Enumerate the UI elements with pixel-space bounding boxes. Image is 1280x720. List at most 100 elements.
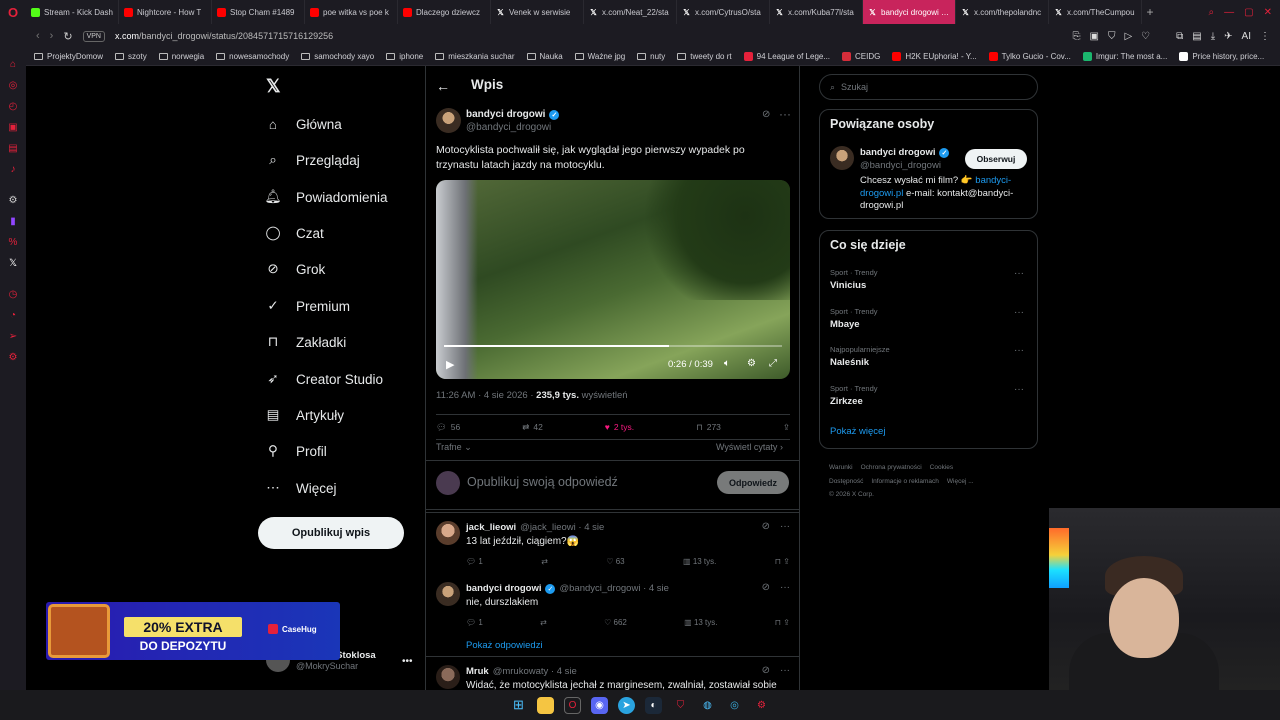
more-icon[interactable]: ••• <box>402 656 413 667</box>
repost-button[interactable]: ⇄ <box>541 557 548 566</box>
more-icon[interactable]: ··· <box>780 665 790 676</box>
steam-icon[interactable]: ◐ <box>645 696 662 714</box>
x-logo-icon[interactable]: 𝕏 <box>266 76 281 97</box>
reply-item[interactable]: Mruk @mrukowaty · 4 sie ⊘ ··· Widać, że moto… <box>426 656 800 691</box>
reload-icon[interactable]: ↻ <box>63 30 72 43</box>
video-progress[interactable] <box>444 345 782 347</box>
settings-icon[interactable]: ⚙ <box>747 358 756 369</box>
bookmark-item[interactable]: ProjektyDomow <box>34 52 103 61</box>
shield-icon[interactable]: ⛉ <box>1108 31 1116 42</box>
bookmark-icon[interactable]: ⊓ ⇪ <box>775 557 790 566</box>
like-button[interactable]: ♡ 662 <box>604 618 627 627</box>
wallet-sidebar-icon[interactable]: ▣ <box>0 117 26 138</box>
browser-tab[interactable]: 𝕏x.com/CytrusO/sta <box>677 0 770 24</box>
browser-tab[interactable]: 𝕏x.com/Neat_22/sta <box>584 0 677 24</box>
trend-item[interactable]: Sport · Trendy Zirkzee ··· <box>830 384 1030 407</box>
opera-logo-icon[interactable]: O <box>0 0 26 24</box>
bookmark-item[interactable]: Ważne jpg <box>574 52 625 61</box>
nav-item-more[interactable]: ⋯ Więcej <box>264 476 336 500</box>
repost-button[interactable]: ⇄ 42 <box>522 422 543 433</box>
twitch-icon[interactable]: ▮ <box>0 211 26 232</box>
volume-icon[interactable]: 🔈︎ <box>724 358 730 369</box>
like-button[interactable]: ♥ 2 tys. <box>605 422 634 432</box>
grok-icon[interactable]: ⊘ <box>762 521 770 532</box>
edge-icon[interactable]: ◎ <box>726 697 743 714</box>
bookmark-item[interactable]: tweety do rt <box>677 52 732 61</box>
browser-tab[interactable]: Stop Cham #1489 <box>212 0 305 24</box>
quotes-link[interactable]: Wyświetl cytaty › <box>716 442 783 452</box>
search-input[interactable]: ⌕ Szukaj <box>819 74 1038 100</box>
trend-item[interactable]: Sport · Trendy Vinicius ··· <box>830 268 1030 291</box>
footer-link[interactable]: © 2026 X Corp. <box>829 491 874 498</box>
trend-item[interactable]: Najpopularniejsze Naleśnik ··· <box>830 345 1030 368</box>
browser-tab[interactable]: 𝕏x.com/TheCumpou <box>1049 0 1142 24</box>
speed-dial-icon[interactable]: ⌂ <box>0 54 26 75</box>
maximize-icon[interactable]: ▢ <box>1244 7 1253 18</box>
bookmark-item[interactable]: norwegia <box>158 52 204 61</box>
nav-item-article[interactable]: ▤ Artykuły <box>264 403 344 427</box>
new-tab-button[interactable]: + <box>1142 5 1158 19</box>
avatar[interactable] <box>436 108 461 133</box>
nav-item-home[interactable]: ⌂ Główna <box>264 112 342 136</box>
bookmark-item[interactable]: szoty <box>115 52 147 61</box>
discord-icon[interactable]: ◉ <box>591 696 608 714</box>
telegram-icon[interactable]: ➤ <box>618 696 635 714</box>
reply-submit-button[interactable]: Odpowiedz <box>717 471 789 494</box>
avatar[interactable] <box>436 521 460 545</box>
video-player[interactable]: ▶ 0:26 / 0:39 🔈︎ ⚙ ⤢ <box>436 180 790 379</box>
clock-icon[interactable]: ◔ <box>0 305 26 326</box>
nav-item-bell[interactable]: 🔔︎ Powiadomienia <box>264 185 387 209</box>
browser-tab[interactable]: 𝕏bandyci drogowi w serwisie <box>863 0 956 24</box>
avatar[interactable] <box>436 582 460 606</box>
reply-item[interactable]: jack_lieowi @jack_lieowi · 4 sie ⊘ ··· 13 la… <box>426 512 800 574</box>
related-name[interactable]: bandyci drogowi ✓ <box>860 147 950 158</box>
related-handle[interactable]: @bandyci_drogowi <box>860 160 941 171</box>
browser-tab[interactable]: 𝕏x.com/thepolandnc <box>956 0 1049 24</box>
footer-link[interactable]: Cookies <box>930 464 953 471</box>
reply-author[interactable]: Mruk <box>466 666 489 677</box>
file-explorer-icon[interactable] <box>537 696 554 714</box>
footer-link[interactable]: Ochrona prywatności <box>861 464 922 471</box>
history-icon[interactable]: ◴ <box>0 96 26 117</box>
grok-icon[interactable]: ⊘ <box>762 665 770 676</box>
author-handle[interactable]: @bandyci_drogowi <box>466 122 551 133</box>
flow-icon[interactable]: ✈ <box>1224 31 1232 42</box>
avatar[interactable] <box>830 146 854 170</box>
more-icon[interactable]: ··· <box>780 521 790 532</box>
globe-icon[interactable]: ◍ <box>699 697 716 714</box>
x-icon[interactable]: 𝕏 <box>0 253 26 274</box>
bookmark-item[interactable]: CEIDG <box>842 52 880 61</box>
search-tabs-icon[interactable]: ⌕ <box>1209 7 1215 18</box>
bookmark-item[interactable]: Nauka <box>526 52 563 61</box>
reply-button[interactable]: 💬︎ 56 <box>436 422 460 433</box>
heart-icon[interactable]: ♡ <box>1141 31 1150 42</box>
play-icon[interactable]: ▶ <box>446 358 454 371</box>
grok-icon[interactable]: ⊘ <box>762 109 770 120</box>
extensions-icon[interactable]: ⧉ <box>1176 31 1183 42</box>
nav-item-rocket[interactable]: ➶ Creator Studio <box>264 367 383 391</box>
messenger-icon[interactable]: ▤ <box>0 138 26 159</box>
player-icon[interactable]: ▷ <box>1124 31 1132 42</box>
reply-author[interactable]: jack_lieowi <box>466 522 516 533</box>
browser-tab[interactable]: 𝕏x.com/Kuba77l/sta <box>770 0 863 24</box>
bookmark-button[interactable]: ⊓ 273 <box>696 422 721 433</box>
nav-item-user[interactable]: ⚲ Profil <box>264 439 327 463</box>
nav-item-grok[interactable]: ⊘ Grok <box>264 257 325 281</box>
shield-app-icon[interactable]: ⛉ <box>672 697 689 714</box>
bookmark-item[interactable]: Price history, price... <box>1179 52 1264 61</box>
opera-icon[interactable]: O <box>564 696 581 714</box>
fullscreen-icon[interactable]: ⤢ <box>769 358 777 369</box>
bookmark-item[interactable]: H2K EUphoria! - Y... <box>892 52 977 61</box>
bookmark-item[interactable]: iphone <box>386 52 423 61</box>
bookmark-item[interactable]: mieszkania suchar <box>435 52 515 61</box>
forward-icon[interactable]: › <box>50 30 54 42</box>
nav-item-premium[interactable]: ✓ Premium <box>264 294 350 318</box>
wallet-icon[interactable]: ▤ <box>1192 31 1201 42</box>
settings-icon[interactable]: ⚙ <box>0 190 26 211</box>
nav-item-search[interactable]: ⌕ Przeglądaj <box>264 148 360 172</box>
back-arrow-icon[interactable]: ← <box>436 78 450 94</box>
flow-sidebar-icon[interactable]: ➢ <box>0 326 26 347</box>
sort-dropdown[interactable]: Trafne ⌄ <box>436 442 472 453</box>
bookmark-item[interactable]: samochody xayo <box>301 52 374 61</box>
browser-tab[interactable]: poe witka vs poe k <box>305 0 398 24</box>
